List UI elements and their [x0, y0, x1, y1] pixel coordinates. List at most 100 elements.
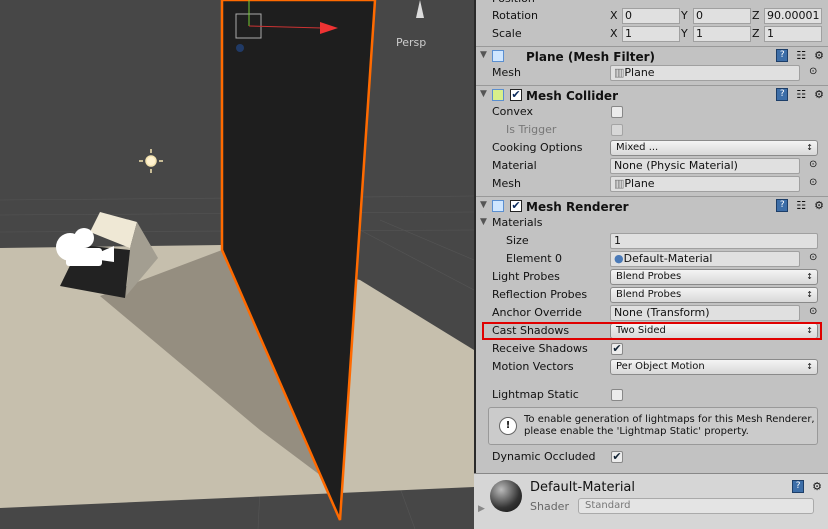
object-picker-icon[interactable]: ⊙ — [809, 159, 817, 170]
scene-view[interactable] — [0, 0, 474, 529]
component-icon — [492, 50, 504, 62]
element-0-field[interactable]: ●Default-Material — [610, 251, 800, 267]
mesh-filter-mesh-value: Plane — [624, 66, 655, 79]
foldout-triangle-icon[interactable]: ▼ — [480, 50, 487, 60]
axis-label: X — [610, 9, 618, 22]
mesh-filter-mesh-field[interactable]: ▥Plane — [610, 65, 800, 81]
help-icon[interactable]: ? — [776, 88, 789, 101]
object-picker-icon[interactable]: ⊙ — [809, 252, 817, 263]
rotation-row: Rotation X 0 Y 0 Z 90.00001 — [476, 7, 828, 25]
expand-triangle-icon[interactable]: ▶ — [478, 504, 485, 514]
axis-label: X — [610, 27, 618, 40]
field-label: Convex — [492, 105, 533, 118]
header-icons: ? ☷ ⚙ — [776, 49, 824, 62]
inspector-panel: PositionRotationX0Y0Z90.00001ScaleX1Y1Z1… — [474, 0, 828, 529]
preset-icon[interactable]: ☷ — [796, 88, 806, 101]
gear-icon[interactable]: ⚙ — [814, 199, 824, 212]
dynamic-occluded: Dynamic Occluded ✔ — [476, 448, 828, 466]
collider-mesh: Mesh ▥Plane ⊙ — [476, 175, 828, 193]
perspective-toggle[interactable]: Persp — [396, 36, 426, 49]
element-0: Element 0 ●Default-Material ⊙ — [476, 250, 828, 268]
cooking-options: Cooking Options Mixed ... — [476, 139, 828, 157]
field-label: Dynamic Occluded — [492, 450, 596, 463]
anchor-override: Anchor Override None (Transform) ⊙ — [476, 304, 828, 322]
collider-material-field[interactable]: None (Physic Material) — [610, 158, 800, 174]
component-icon — [492, 89, 504, 101]
component-title: Mesh Renderer — [526, 200, 629, 214]
materials-size-input[interactable]: 1 — [610, 233, 818, 249]
receive-shadows: Receive Shadows ✔ — [476, 340, 828, 358]
anchor-override-field[interactable]: None (Transform) — [610, 305, 800, 321]
help-line-2: please enable the 'Lightmap Static' prop… — [524, 426, 749, 437]
object-picker-icon[interactable]: ⊙ — [809, 306, 817, 317]
object-picker-icon[interactable]: ⊙ — [809, 66, 817, 77]
gear-icon[interactable]: ⚙ — [812, 480, 822, 493]
foldout-triangle-icon[interactable]: ▼ — [480, 89, 487, 99]
foldout-triangle-icon[interactable]: ▼ — [480, 217, 487, 227]
field-label: Reflection Probes — [492, 288, 588, 301]
component-title: Mesh Collider — [526, 89, 618, 103]
cooking-options-dropdown[interactable]: Mixed ... — [610, 140, 818, 156]
value-input[interactable]: 90.00001 — [764, 8, 822, 24]
gear-icon[interactable]: ⚙ — [814, 49, 824, 62]
object-picker-icon[interactable]: ⊙ — [809, 177, 817, 188]
value-input[interactable]: 1 — [693, 26, 751, 42]
mesh-renderer-header: ▼ ✔ Mesh Renderer? ☷ ⚙ — [476, 196, 828, 216]
axis-label: Z — [752, 27, 760, 40]
reflection-probes-dropdown[interactable]: Blend Probes — [610, 287, 818, 303]
field-label: Receive Shadows — [492, 342, 588, 355]
enabled-checkbox[interactable]: ✔ — [510, 89, 522, 101]
field-label: Size — [506, 234, 529, 247]
value-input[interactable]: 0 — [693, 8, 751, 24]
collider-material-value: None (Physic Material) — [614, 159, 738, 172]
anchor-override-value: None (Transform) — [614, 306, 710, 319]
value-input[interactable]: 0 — [622, 8, 680, 24]
shader-dropdown[interactable]: Standard — [578, 498, 814, 514]
axis-label: Y — [681, 27, 688, 40]
enabled-checkbox[interactable]: ✔ — [510, 200, 522, 212]
mesh-filter-mesh: Mesh ▥Plane ⊙ — [476, 64, 828, 82]
materials-size: Size 1 — [476, 232, 828, 250]
warning-icon: ! — [499, 417, 517, 435]
materials-foldout: ▼ Materials — [476, 214, 828, 232]
header-icons: ? ☷ ⚙ — [776, 199, 824, 212]
motion-vectors-dropdown[interactable]: Per Object Motion — [610, 359, 818, 375]
gear-icon[interactable]: ⚙ — [814, 88, 824, 101]
value-input[interactable]: 1 — [764, 26, 822, 42]
help-icon[interactable]: ? — [776, 49, 789, 62]
field-label: Cooking Options — [492, 141, 583, 154]
collider-material: Material None (Physic Material) ⊙ — [476, 157, 828, 175]
lightmap-help-box: ! To enable generation of lightmaps for … — [488, 407, 818, 445]
lightmap-static-checkbox[interactable] — [611, 389, 623, 401]
mesh-icon: ▥ — [614, 177, 625, 190]
help-line-1: To enable generation of lightmaps for th… — [524, 414, 815, 425]
help-icon[interactable]: ? — [792, 480, 805, 493]
field-label: Rotation — [492, 9, 539, 22]
element-0-value: Default-Material — [623, 252, 713, 265]
cast-shadows-highlight — [482, 322, 822, 340]
is-trigger: Is Trigger — [476, 121, 828, 139]
receive-shadows-checkbox[interactable]: ✔ — [611, 343, 623, 355]
value-input[interactable]: 1 — [622, 26, 680, 42]
foldout-triangle-icon[interactable]: ▼ — [480, 200, 487, 210]
preset-icon[interactable]: ☷ — [796, 49, 806, 62]
collider-mesh-field[interactable]: ▥Plane — [610, 176, 800, 192]
field-label: Lightmap Static — [492, 388, 579, 401]
material-name: Default-Material — [530, 480, 636, 495]
component-icon — [492, 200, 504, 212]
field-label: Materials — [492, 216, 543, 229]
convex-checkbox[interactable] — [611, 106, 623, 118]
field-label: Motion Vectors — [492, 360, 574, 373]
axis-label: Z — [752, 9, 760, 22]
mesh-filter-header: ▼ Plane (Mesh Filter)? ☷ ⚙ — [476, 46, 828, 66]
field-label: Light Probes — [492, 270, 560, 283]
is-trigger-checkbox[interactable] — [611, 124, 623, 136]
dynamic-occluded-checkbox[interactable]: ✔ — [611, 451, 623, 463]
field-label: Mesh — [492, 177, 521, 190]
motion-vectors: Motion Vectors Per Object Motion — [476, 358, 828, 376]
light-probes-dropdown[interactable]: Blend Probes — [610, 269, 818, 285]
header-icons: ? ☷ ⚙ — [776, 88, 824, 101]
help-icon[interactable]: ? — [776, 199, 789, 212]
field-label: Mesh — [492, 66, 521, 79]
preset-icon[interactable]: ☷ — [796, 199, 806, 212]
